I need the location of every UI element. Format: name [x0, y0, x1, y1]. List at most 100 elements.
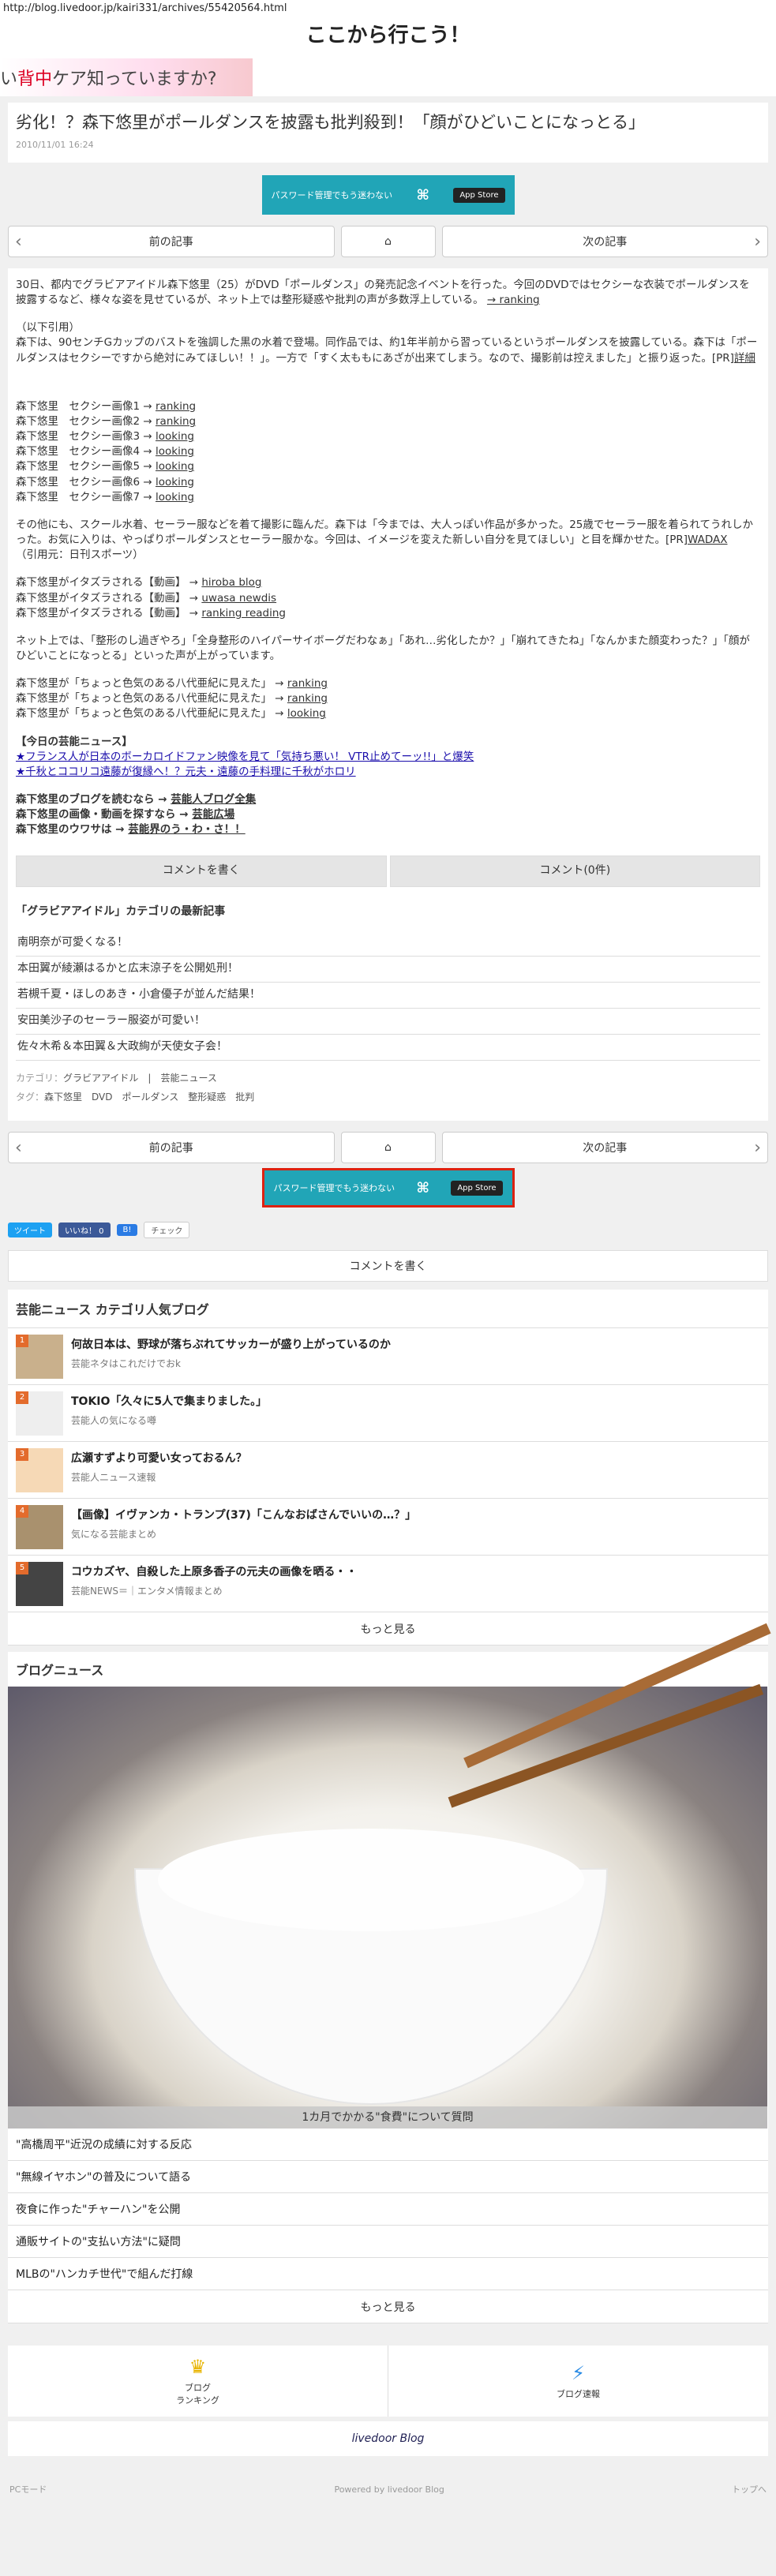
- video-link[interactable]: uwasa newdis: [201, 592, 276, 605]
- list-item: 森下悠里の画像・動画を探すなら → 芸能広場: [16, 807, 760, 822]
- list-item[interactable]: 安田美沙子のセーラー服姿が可愛い！: [16, 1009, 760, 1035]
- app-ad-bottom[interactable]: パスワード管理でもう迷わない ⌘ App Store: [261, 1168, 515, 1208]
- home-button[interactable]: ⌂: [340, 226, 436, 257]
- list-item[interactable]: 南明奈が可愛くなる！: [16, 930, 760, 957]
- banner-ad[interactable]: い背中ケア知っていますか?: [0, 55, 776, 96]
- like-button[interactable]: いいね！ 0: [58, 1222, 111, 1237]
- image-link[interactable]: looking: [156, 491, 194, 504]
- blog-news-link[interactable]: ⚡ ブログ速報: [388, 2346, 768, 2417]
- ranking-thumb: 4: [16, 1505, 63, 1549]
- back-to-top-link[interactable]: トップへ: [732, 2483, 767, 2496]
- list-item[interactable]: 佐々木希＆本田翼＆大政絢が天使女子会！: [16, 1035, 760, 1061]
- wadax-link[interactable]: WADAX: [688, 534, 728, 546]
- home-icon: ⌂: [384, 235, 392, 248]
- blog-news: ブログニュース 1カ月でかかる"食費"について質問 "高橋周平"近況の成績に対す…: [8, 1623, 771, 2323]
- banner-text-highlight: 背中: [17, 69, 53, 89]
- hatena-button[interactable]: B!: [116, 1223, 138, 1236]
- list-item-label: 森下悠里が「ちょっと色気のある八代亜紀に見えた」 →: [16, 692, 284, 706]
- list-item: 森下悠里がイタズラされる【動画】 → uwasa newdis: [16, 591, 760, 606]
- list-item: 森下悠里 セクシー画像5 → looking: [16, 459, 760, 474]
- banner-image[interactable]: い背中ケア知っていますか?: [0, 58, 253, 96]
- quote-head: （以下引用）: [16, 321, 80, 335]
- ranking-item[interactable]: 2 TOKIO「久々に5人で集まりました。」 芸能人の気になる噂: [8, 1385, 768, 1442]
- list-item[interactable]: 本田翼が綾瀬はるかと広末涼子を公開処刑！: [16, 957, 760, 983]
- app-store-badge[interactable]: App Store: [453, 187, 505, 203]
- image-link[interactable]: ranking: [156, 415, 196, 428]
- ranking-item[interactable]: 5 コウカズヤ、自殺した上原多香子の元夫の画像を晒る・・ 芸能NEWS＝｜エンタメ…: [8, 1556, 768, 1612]
- category-label: カテゴリ：: [16, 1072, 64, 1084]
- net-link[interactable]: looking: [287, 707, 326, 720]
- list-item[interactable]: "高橋周平"近況の成績に対する反応: [8, 2129, 768, 2161]
- list-item: 森下悠里がイタズラされる【動画】 → ranking reading: [16, 606, 760, 621]
- app-store-badge[interactable]: App Store: [451, 1180, 503, 1196]
- news-feature-image[interactable]: 1カ月でかかる"食費"について質問: [8, 1623, 771, 2129]
- tweet-button[interactable]: ツイート: [8, 1222, 52, 1237]
- news-list: "高橋周平"近況の成績に対する反応 "無線イヤホン"の普及について語る 夜食に作…: [8, 2129, 768, 2290]
- tag-links[interactable]: 森下悠里 DVD ポールダンス 整形疑惑 批判: [44, 1091, 254, 1103]
- list-item[interactable]: 夜食に作った"チャーハン"を公開: [8, 2193, 768, 2226]
- next-article-button[interactable]: 次の記事: [441, 1132, 768, 1163]
- net-link-list: 森下悠里が「ちょっと色気のある八代亜紀に見えた」 → ranking 森下悠里が…: [16, 676, 760, 721]
- image-link[interactable]: looking: [156, 460, 194, 473]
- article-nav-top: 前の記事 ⌂ 次の記事: [8, 226, 768, 257]
- category-ranking: 芸能ニュース カテゴリ人気ブログ 1 何故日本は、野球が落ちぶれてサッカーが盛り…: [8, 1290, 768, 1646]
- list-item-label: 森下悠里の画像・動画を探すなら →: [16, 808, 189, 822]
- article-meta: カテゴリ：グラビアアイドル | 芸能ニュース タグ：森下悠里 DVD ポールダン…: [16, 1069, 760, 1106]
- intro-ranking-link[interactable]: → ranking: [487, 294, 540, 306]
- list-item-label: 森下悠里 セクシー画像5 →: [16, 460, 152, 474]
- more-link[interactable]: 芸能人ブログ全集: [171, 793, 256, 806]
- news-more-button[interactable]: もっと見る: [8, 2290, 768, 2323]
- pc-mode-link[interactable]: PCモード: [9, 2483, 47, 2496]
- list-item: 森下悠里が「ちょっと色気のある八代亜紀に見えた」 → ranking: [16, 676, 760, 691]
- ranking-title: 芸能ニュース カテゴリ人気ブログ: [8, 1290, 768, 1328]
- net-link[interactable]: ranking: [287, 677, 328, 690]
- today-news-link[interactable]: ★千秋とココリコ遠藤が復縁へ！？元夫・遠藤の手料理に千秋がホロリ: [16, 766, 356, 778]
- home-button[interactable]: ⌂: [340, 1132, 436, 1163]
- ranking-item[interactable]: 4 【画像】イヴァンカ・トランプ(37)「こんなおばさんでいいの…？」 気になる芸…: [8, 1499, 768, 1556]
- list-item[interactable]: 通販サイトの"支払い方法"に疑問: [8, 2226, 768, 2258]
- ranking-item[interactable]: 1 何故日本は、野球が落ちぶれてサッカーが盛り上がっているのか 芸能ネタはこれだけ…: [8, 1328, 768, 1385]
- today-news-link[interactable]: ★フランス人が日本のボーカロイドファン映像を見て「気持ち悪い！ VTR止めてーッ…: [16, 751, 474, 763]
- list-item[interactable]: 若槻千夏・ほしのあき・小倉優子が並んだ結果！: [16, 983, 760, 1009]
- comment-write-button[interactable]: コメントを書く: [8, 1250, 768, 1282]
- list-item-label: 森下悠里がイタズラされる【動画】 →: [16, 606, 199, 620]
- comment-count-button[interactable]: コメント(0件): [389, 855, 760, 887]
- ranking-item-blog: 芸能NEWS＝｜エンタメ情報まとめ: [71, 1586, 223, 1597]
- list-item[interactable]: MLBの"ハンカチ世代"で組んだ打線: [8, 2258, 768, 2290]
- image-link[interactable]: looking: [156, 476, 194, 489]
- image-link[interactable]: looking: [156, 430, 194, 443]
- site-title[interactable]: ここから行こう！: [0, 17, 776, 55]
- net-link[interactable]: ranking: [287, 692, 328, 705]
- category-links[interactable]: グラビアアイドル | 芸能ニュース: [63, 1073, 217, 1084]
- ranking-item[interactable]: 3 広瀬すずより可愛い女っておるん？ 芸能人ニュース速報: [8, 1442, 768, 1499]
- ranking-item-title: コウカズヤ、自殺した上原多香子の元夫の画像を晒る・・: [71, 1566, 358, 1578]
- list-item-label: 森下悠里 セクシー画像1 →: [16, 399, 152, 413]
- image-link[interactable]: looking: [156, 445, 194, 458]
- prev-article-button[interactable]: 前の記事: [8, 226, 335, 257]
- blog-ranking-link[interactable]: ♛ ブログ ランキング: [8, 2346, 388, 2417]
- list-item[interactable]: "無線イヤホン"の普及について語る: [8, 2161, 768, 2193]
- more-link[interactable]: 芸能界のう・わ・さ！！: [128, 823, 246, 836]
- video-link[interactable]: hiroba blog: [201, 576, 261, 589]
- share-bar: ツイート いいね！ 0 B! チェック: [8, 1219, 768, 1241]
- url-bar: http://blog.livedoor.jp/kairi331/archive…: [0, 0, 776, 17]
- list-item-label: 森下悠里がイタズラされる【動画】 →: [16, 591, 199, 605]
- list-item: 森下悠里 セクシー画像4 → looking: [16, 444, 760, 459]
- prev-article-button[interactable]: 前の記事: [8, 1132, 335, 1163]
- category-latest-list: 南明奈が可愛くなる！ 本田翼が綾瀬はるかと広末涼子を公開処刑！ 若槻千夏・ほしの…: [16, 930, 760, 1061]
- blog-ranking-label: ブログ ランキング: [176, 2383, 219, 2406]
- news-feature-caption: 1カ月でかかる"食費"について質問: [8, 2106, 767, 2129]
- ranking-item-blog: 気になる芸能まとめ: [71, 1529, 157, 1540]
- list-item: 森下悠里 セクシー画像7 → looking: [16, 490, 760, 505]
- livedoor-blog-logo[interactable]: livedoor Blog: [8, 2421, 768, 2456]
- comment-write-button[interactable]: コメントを書く: [16, 855, 387, 887]
- video-link[interactable]: ranking reading: [201, 607, 286, 620]
- quote-detail-link[interactable]: 詳細: [734, 352, 755, 365]
- ranking-more-button[interactable]: もっと見る: [8, 1612, 768, 1646]
- app-ad-top[interactable]: パスワード管理でもう迷わない ⌘ App Store: [261, 175, 515, 215]
- image-link[interactable]: ranking: [156, 400, 196, 413]
- check-button[interactable]: チェック: [144, 1221, 190, 1238]
- more-link[interactable]: 芸能広場: [192, 808, 234, 821]
- rank-number: 4: [16, 1505, 28, 1518]
- next-article-button[interactable]: 次の記事: [441, 226, 768, 257]
